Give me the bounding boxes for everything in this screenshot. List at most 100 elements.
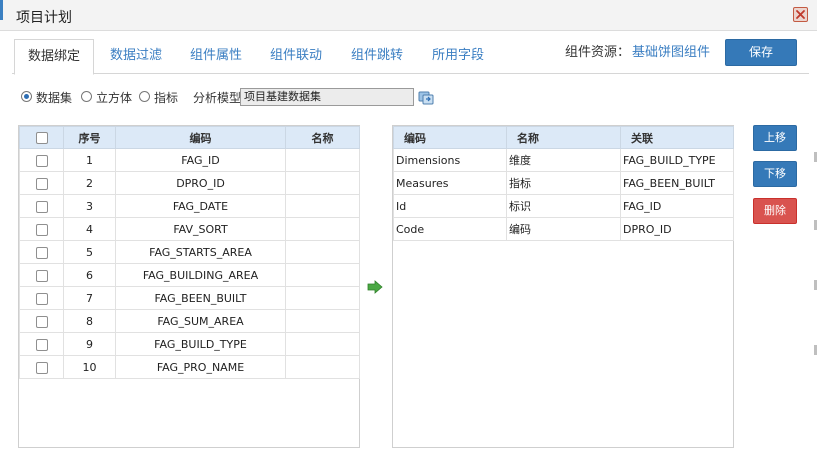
index-cell: 8 [63,309,116,333]
code-cell: FAG_STARTS_AREA [115,240,286,264]
table-row[interactable]: 10 FAG_PRO_NAME [19,355,360,379]
radio-cube-label: 立方体 [96,91,133,105]
arrow-right-icon[interactable] [367,280,383,294]
model-label: 分析模型 [193,91,242,105]
tab-used-fields[interactable]: 所用字段 [420,39,496,74]
checkbox-cell [19,309,64,333]
code-cell: FAG_BUILDING_AREA [115,263,286,287]
fields-table: 序号 编码 名称 1 FAG_ID 2 DPRO_ID 3 FAG_DATE 4… [19,126,360,379]
header-link: 关联 [620,126,734,149]
name-cell [285,355,360,379]
index-cell: 3 [63,194,116,218]
row-checkbox[interactable] [35,200,48,213]
link-cell[interactable]: DPRO_ID [620,217,734,241]
tab-component-linkage[interactable]: 组件联动 [258,39,334,74]
tab-component-jump[interactable]: 组件跳转 [339,39,415,74]
row-checkbox[interactable] [35,315,48,328]
code-cell: FAG_BUILD_TYPE [115,332,286,356]
checkbox-cell [19,355,64,379]
table-row[interactable]: 7 FAG_BEEN_BUILT [19,286,360,310]
index-cell: 5 [63,240,116,264]
tab-component-properties[interactable]: 组件属性 [178,39,254,74]
name-cell: 标识 [506,194,621,218]
bindings-table-header: 编码 名称 关联 [393,126,734,149]
tab-bar: 数据绑定 数据过滤 组件属性 组件联动 组件跳转 所用字段 组件资源： 基础饼图… [12,39,809,75]
code-cell: FAG_ID [115,148,286,172]
table-row[interactable]: 8 FAG_SUM_AREA [19,309,360,333]
table-row[interactable]: 5 FAG_STARTS_AREA [19,240,360,264]
close-button[interactable] [793,7,808,22]
index-cell: 1 [63,148,116,172]
index-cell: 9 [63,332,116,356]
radio-dataset[interactable] [21,91,32,102]
row-checkbox[interactable] [35,246,48,259]
code-cell: Id [393,194,507,218]
code-cell: FAG_BEEN_BUILT [115,286,286,310]
table-row[interactable]: 9 FAG_BUILD_TYPE [19,332,360,356]
name-cell: 指标 [506,171,621,195]
row-checkbox[interactable] [35,338,48,351]
header-name: 名称 [506,126,621,149]
code-cell: FAG_DATE [115,194,286,218]
header-name: 名称 [285,126,360,149]
table-row[interactable]: Dimensions 维度 FAG_BUILD_TYPE [393,148,734,172]
radio-indicator-label: 指标 [154,91,179,105]
checkbox-cell [19,240,64,264]
delete-button[interactable]: 删除 [753,198,797,224]
checkbox-cell [19,286,64,310]
code-cell: Measures [393,171,507,195]
table-row[interactable]: Id 标识 FAG_ID [393,194,734,218]
name-cell [285,286,360,310]
fields-panel: 序号 编码 名称 1 FAG_ID 2 DPRO_ID 3 FAG_DATE 4… [18,125,360,448]
header-code: 编码 [115,126,286,149]
name-cell: 维度 [506,148,621,172]
row-checkbox[interactable] [35,292,48,305]
fields-table-header: 序号 编码 名称 [19,126,360,149]
close-icon [796,10,805,19]
bindings-table: 编码 名称 关联 Dimensions 维度 FAG_BUILD_TYPE Me… [393,126,734,241]
table-row[interactable]: 6 FAG_BUILDING_AREA [19,263,360,287]
tab-data-binding[interactable]: 数据绑定 [14,39,94,75]
source-options: 数据集 立方体 指标 分析模型 项目基建数据集 [21,88,441,106]
model-input[interactable]: 项目基建数据集 [240,88,414,106]
component-resource-link[interactable]: 基础饼图组件 [632,39,710,66]
row-checkbox[interactable] [35,177,48,190]
select-all-checkbox[interactable] [35,132,48,144]
header-code: 编码 [393,126,507,149]
table-row[interactable]: 3 FAG_DATE [19,194,360,218]
link-cell[interactable]: FAG_ID [620,194,734,218]
code-cell: Dimensions [393,148,507,172]
row-checkbox[interactable] [35,154,48,167]
row-checkbox[interactable] [35,223,48,236]
code-cell: FAG_SUM_AREA [115,309,286,333]
name-cell [285,309,360,333]
radio-dataset-label: 数据集 [36,91,73,105]
move-down-button[interactable]: 下移 [753,161,797,187]
model-picker-icon[interactable] [418,89,434,105]
code-cell: DPRO_ID [115,171,286,195]
tab-data-filter[interactable]: 数据过滤 [98,39,174,74]
table-row[interactable]: 1 FAG_ID [19,148,360,172]
name-cell [285,332,360,356]
code-cell: FAV_SORT [115,217,286,241]
table-row[interactable]: 4 FAV_SORT [19,217,360,241]
checkbox-cell [19,217,64,241]
link-cell[interactable]: FAG_BUILD_TYPE [620,148,734,172]
save-button[interactable]: 保存 [725,39,797,66]
move-up-button[interactable]: 上移 [753,125,797,151]
name-cell [285,263,360,287]
row-checkbox[interactable] [35,269,48,282]
table-row[interactable]: 2 DPRO_ID [19,171,360,195]
table-row[interactable]: Measures 指标 FAG_BEEN_BUILT [393,171,734,195]
radio-indicator[interactable] [139,91,150,102]
name-cell: 编码 [506,217,621,241]
table-row[interactable]: Code 编码 DPRO_ID [393,217,734,241]
row-checkbox[interactable] [35,361,48,374]
name-cell [285,240,360,264]
titlebar-accent [0,0,3,20]
dialog-title: 项目计划 [16,10,72,26]
right-edge-marks [810,120,817,420]
checkbox-cell [19,171,64,195]
radio-cube[interactable] [81,91,92,102]
link-cell[interactable]: FAG_BEEN_BUILT [620,171,734,195]
